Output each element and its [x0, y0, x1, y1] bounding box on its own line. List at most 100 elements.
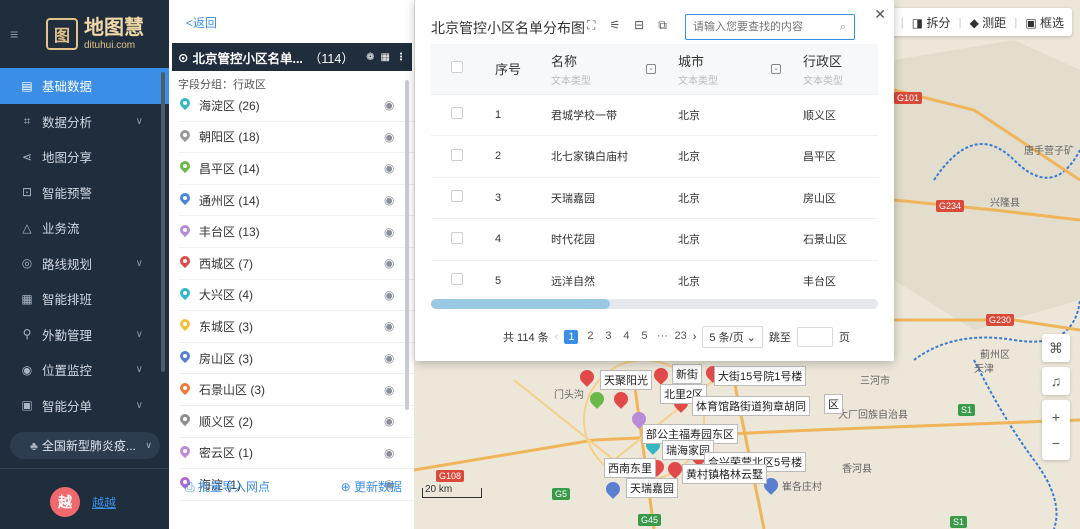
search-icon[interactable]: ⌕ — [840, 21, 846, 34]
visibility-eye-icon[interactable]: ◉ — [384, 446, 394, 460]
copy-icon[interactable]: ⧉ — [658, 18, 667, 33]
row-checkbox[interactable] — [451, 107, 463, 120]
jump-page-input[interactable] — [796, 327, 833, 347]
row-checkbox[interactable] — [451, 148, 463, 161]
map-poi-label[interactable]: 区 — [824, 394, 843, 414]
page-number[interactable]: 4 — [620, 330, 632, 344]
zoom-out-icon[interactable]: − — [1052, 435, 1060, 451]
row-checkbox[interactable] — [451, 273, 463, 286]
style-icon[interactable]: ❁ — [366, 52, 374, 63]
next-page-icon[interactable]: › — [693, 331, 697, 343]
export-icon[interactable]: ⊟ — [634, 18, 644, 33]
row-checkbox[interactable] — [451, 231, 463, 244]
expand-icon[interactable]: ⛶ — [587, 18, 595, 33]
nav-item-route[interactable]: ◎ 路线规划 ∨ — [0, 246, 169, 282]
refresh-button[interactable]: ⊕ 更新数据 — [341, 478, 402, 495]
visibility-eye-icon[interactable]: ◉ — [384, 256, 394, 270]
table-row[interactable]: 5 远洋自然 北京 丰台区 — [431, 260, 878, 302]
table-row[interactable]: 4 时代花园 北京 石景山区 — [431, 218, 878, 261]
measure-button[interactable]: ◆ 测距 — [970, 14, 1007, 31]
page-number[interactable]: 23 — [674, 330, 686, 344]
visibility-eye-icon[interactable]: ◉ — [384, 351, 394, 365]
cell-name: 天瑞嘉园 — [539, 177, 666, 219]
table-row[interactable]: 1 君城学校一带 北京 顺义区 — [431, 94, 878, 136]
visibility-eye-icon[interactable]: ◉ — [384, 288, 394, 302]
select-all-checkbox[interactable] — [451, 61, 463, 74]
column-filter-icon[interactable]: ⌄ — [646, 63, 656, 74]
user-name-link[interactable]: 越越 — [92, 494, 116, 511]
cell-city: 北京 — [666, 135, 791, 178]
map-poi-label[interactable]: 体育馆路街道狗章胡同 — [692, 396, 810, 416]
cell-name: 君城学校一带 — [539, 94, 666, 136]
filter-icon[interactable]: ⚟ — [609, 18, 620, 33]
visibility-eye-icon[interactable]: ◉ — [384, 98, 394, 112]
nav-item-share[interactable]: ⋖ 地图分享 — [0, 139, 169, 175]
nav-item-monitor[interactable]: ◉ 位置监控 ∨ — [0, 352, 169, 388]
menu-icon[interactable]: ≡ — [10, 26, 24, 42]
page-number[interactable]: 5 — [638, 330, 650, 344]
map-poi-label[interactable]: 天瑞嘉园 — [626, 478, 678, 498]
page-number[interactable]: 3 — [602, 330, 614, 344]
map-poi-label[interactable]: 大街15号院1号楼 — [714, 366, 807, 386]
headset-icon[interactable]: ♫ — [1042, 367, 1070, 395]
nav-item-label: 数据分析 — [42, 115, 93, 130]
nav-item-dispatch[interactable]: ▣ 智能分单 ∨ — [0, 388, 169, 424]
table-row[interactable]: 3 天瑞嘉园 北京 房山区 — [431, 177, 878, 219]
page-number[interactable]: ··· — [656, 330, 668, 344]
visibility-eye-icon[interactable]: ◉ — [384, 225, 394, 239]
org-selector[interactable]: ♣ 全国新型肺炎疫... ∨ — [10, 432, 160, 459]
row-checkbox-cell — [431, 135, 481, 178]
nav-item-alert[interactable]: ⊡ 智能预警 — [0, 175, 169, 211]
visibility-eye-icon[interactable]: ◉ — [384, 161, 394, 175]
zoom-in-icon[interactable]: + — [1052, 409, 1060, 425]
visibility-eye-icon[interactable]: ◉ — [384, 414, 394, 428]
visibility-eye-icon[interactable]: ◉ — [384, 193, 394, 207]
header-name[interactable]: 名称 文本类型 ⌄ — [539, 44, 666, 95]
workflow-icon: △ — [22, 220, 32, 235]
group-label: 东城区 (3) — [199, 319, 254, 334]
avatar[interactable]: 越 — [50, 487, 80, 517]
street-view-icon[interactable]: ⌘ — [1042, 334, 1070, 362]
nav-item-workflow[interactable]: △ 业务流 — [0, 210, 169, 246]
layer-header[interactable]: ⊙ 北京管控小区名单... （114） ❁ ▦ ⋮ — [172, 43, 412, 71]
page-number[interactable]: 1 — [564, 330, 579, 344]
prev-page-icon[interactable]: ‹ — [555, 331, 559, 343]
scrollbar-thumb[interactable] — [431, 299, 610, 309]
table-row[interactable]: 2 北七家镇白庙村 北京 昌平区 — [431, 135, 878, 178]
horizontal-scrollbar[interactable] — [431, 299, 878, 309]
visibility-eye-icon[interactable]: ◉ — [384, 130, 394, 144]
header-district[interactable]: 行政区 文本类型 — [791, 44, 878, 95]
nav-item-database[interactable]: ▤ 基础数据 — [0, 68, 169, 104]
table-icon[interactable]: ▦ — [381, 52, 390, 63]
select-button[interactable]: ▣ 框选 — [1025, 14, 1064, 31]
user-profile[interactable]: 越 越越 — [50, 487, 116, 517]
close-icon[interactable]: ✕ — [874, 6, 886, 23]
map-poi-label[interactable]: 黄村镇格林云墅 — [682, 464, 767, 484]
nav-item-analysis[interactable]: ⌗ 数据分析 ∨ — [0, 104, 169, 140]
back-link[interactable]: <返回 — [186, 14, 217, 31]
page-number[interactable]: 2 — [584, 330, 596, 344]
page-size-select[interactable]: 5 条/页 ⌄ — [702, 326, 763, 348]
visibility-eye-icon[interactable]: ◉ — [384, 383, 394, 397]
import-button[interactable]: ⎙ 批量导入网点 — [185, 478, 270, 495]
panel-scrollbar[interactable] — [405, 80, 409, 410]
visibility-eye-icon[interactable]: ◉ — [384, 319, 394, 333]
map-place-label: 大厂回族自治县 — [838, 410, 908, 421]
nav-scrollbar[interactable] — [161, 72, 165, 372]
nav-item-schedule[interactable]: ▦ 智能排班 — [0, 281, 169, 317]
group-label: 昌平区 (14) — [199, 161, 260, 176]
header-city[interactable]: 城市 文本类型 ⌄ — [666, 44, 791, 95]
search-input[interactable] — [693, 21, 833, 33]
column-filter-icon[interactable]: ⌄ — [771, 63, 781, 74]
more-icon[interactable]: ⋮ — [396, 52, 406, 63]
layer-count: （114） — [308, 51, 354, 66]
map-poi-label[interactable]: 新街 — [672, 364, 702, 384]
map-pin-icon — [179, 414, 191, 428]
row-checkbox[interactable] — [451, 190, 463, 203]
map-poi-label[interactable]: 天聚阳光 — [600, 370, 652, 390]
map-poi-label[interactable]: 西南东里 — [604, 458, 656, 478]
nav-item-field[interactable]: ⚲ 外勤管理 ∨ — [0, 317, 169, 353]
nav-item-label: 位置监控 — [42, 364, 93, 379]
split-button[interactable]: ◨ 拆分 — [912, 14, 951, 31]
cell-no: 5 — [481, 260, 539, 302]
